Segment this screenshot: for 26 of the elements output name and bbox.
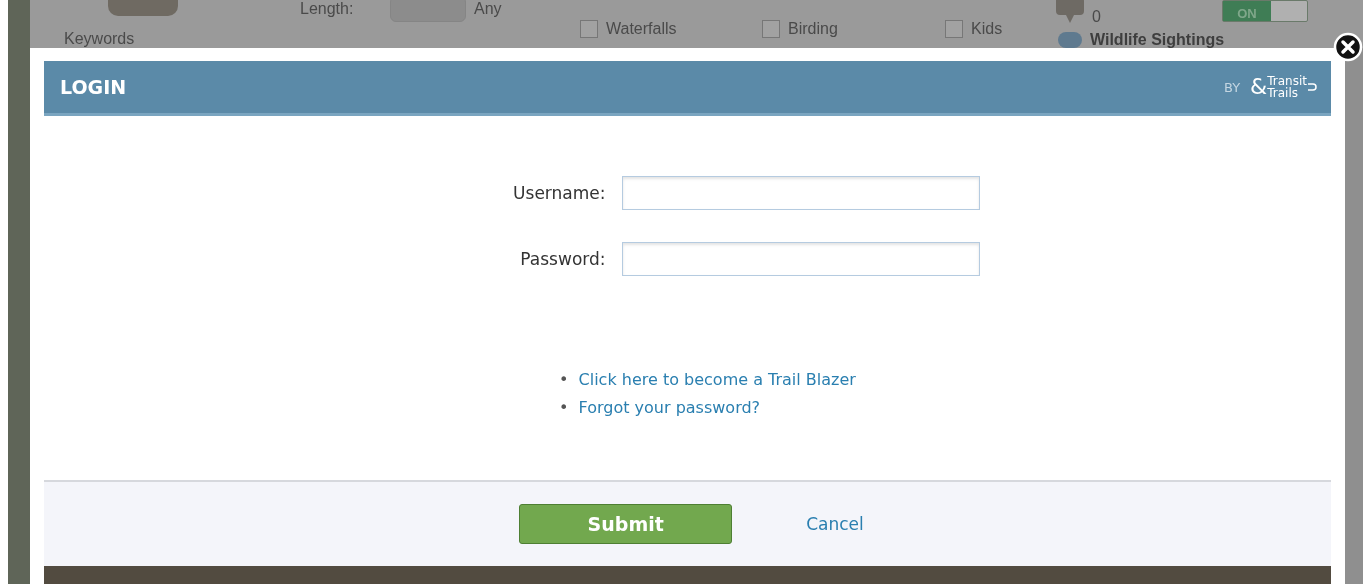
category-label: Kids [971,20,1003,38]
length-label: Length: [300,0,354,18]
link[interactable]: Click here to become a Trail Blazer [578,366,856,394]
link[interactable]: Forgot your password? [578,394,761,422]
submit-button[interactable]: Submit [519,504,733,544]
checkbox[interactable] [580,20,598,38]
wildlife-label: Wildlife Sightings [1090,31,1225,48]
category-label: Waterfalls [606,20,677,38]
speech-bubble-icon [1056,0,1084,23]
category-label: Birding [788,20,838,38]
by-label: BY [1223,79,1241,95]
close-icon[interactable] [1333,32,1363,62]
field-label: Password: [519,249,606,269]
field-label: Username: [512,183,606,203]
checkbox[interactable] [945,20,963,38]
bullet-icon: • [559,394,569,422]
bullet-icon: • [559,366,569,394]
length-value: Any [474,0,502,18]
dialog-title: LOGIN [60,76,127,98]
checkbox[interactable] [762,20,780,38]
input-field[interactable] [621,176,980,210]
input-field[interactable] [621,242,980,276]
cancel-link[interactable]: Cancel [806,514,864,534]
pill-control[interactable] [108,0,178,16]
comment-count: 0 [1092,8,1101,26]
keywords-label: Keywords [64,30,135,48]
